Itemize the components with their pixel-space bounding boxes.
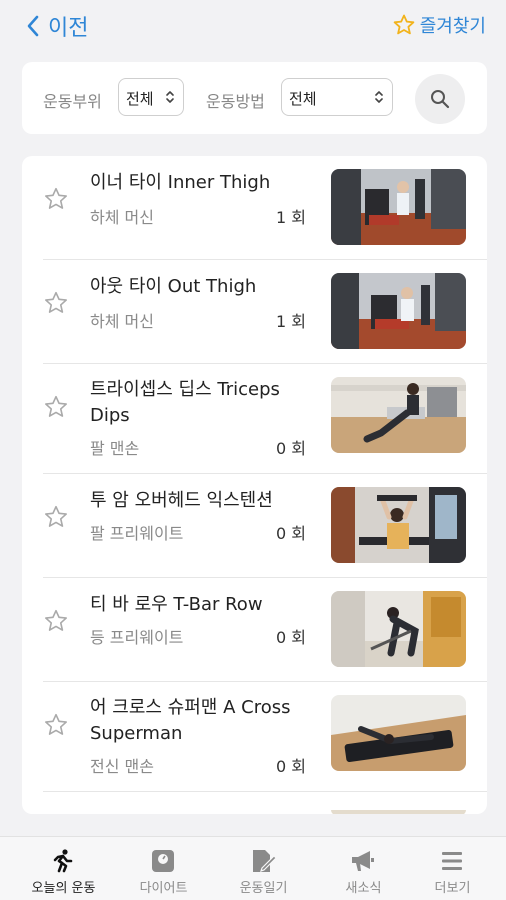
thumbnail-out-thigh[interactable]	[331, 273, 466, 349]
nav-diary[interactable]: 운동일기	[213, 837, 314, 900]
bottom-nav: 오늘의 운동 다이어트 운동일기 새소식 더보기	[0, 836, 506, 900]
exercise-count: 1 회	[276, 312, 306, 331]
list-item-partial	[43, 792, 487, 814]
nav-diet[interactable]: 다이어트	[113, 837, 214, 900]
body-part-label: 운동부위	[43, 92, 102, 111]
exercise-category: 하체 머신	[90, 312, 154, 331]
back-label: 이전	[48, 16, 89, 41]
exercise-category: 하체 머신	[90, 208, 154, 227]
thumbnail-partial	[331, 805, 466, 814]
exercise-count: 1 회	[276, 208, 306, 227]
thumbnail-triceps-dips[interactable]	[331, 377, 466, 453]
list-item[interactable]: 티 바 로우 T-Bar Row 등 프리웨이트 0 회	[43, 578, 487, 682]
exercise-count: 0 회	[276, 524, 306, 543]
list-item[interactable]: 어 크로스 슈퍼맨 A Cross Superman 전신 맨손 0 회	[43, 682, 487, 792]
chevron-left-icon	[27, 15, 39, 37]
exercise-title: 트라이셉스 딥스 Triceps Dips	[90, 379, 280, 426]
nav-today-workout[interactable]: 오늘의 운동	[13, 837, 114, 900]
exercise-title: 어 크로스 슈퍼맨 A Cross Superman	[90, 697, 291, 744]
nav-label: 더보기	[434, 881, 471, 896]
thumbnail-overhead-extension[interactable]	[331, 487, 466, 563]
megaphone-icon	[352, 851, 374, 871]
method-select[interactable]: 전체	[281, 78, 393, 116]
star-outline-icon[interactable]	[43, 608, 69, 634]
nav-label: 운동일기	[239, 881, 288, 896]
exercise-category: 팔 프리웨이트	[90, 524, 184, 543]
running-person-icon	[53, 849, 73, 873]
list-item[interactable]: 아웃 타이 Out Thigh 하체 머신 1 회	[43, 260, 487, 364]
star-outline-icon[interactable]	[43, 394, 69, 420]
exercise-count: 0 회	[276, 439, 306, 458]
list-item[interactable]: 투 암 오버헤드 익스텐션 팔 프리웨이트 0 회	[43, 474, 487, 578]
list-item[interactable]: 트라이셉스 딥스 Triceps Dips 팔 맨손 0 회	[43, 364, 487, 474]
body-part-select[interactable]: 전체	[118, 78, 184, 116]
scale-icon	[152, 850, 174, 872]
exercise-count: 0 회	[276, 628, 306, 647]
body-part-value: 전체	[126, 90, 154, 108]
star-outline-icon[interactable]	[43, 504, 69, 530]
exercise-count: 0 회	[276, 757, 306, 776]
diary-pencil-icon	[253, 850, 276, 872]
exercise-category: 전신 맨손	[90, 757, 154, 776]
favorites-label: 즐겨찾기	[419, 16, 486, 37]
star-outline-icon[interactable]	[43, 186, 69, 212]
thumbnail-cross-superman[interactable]	[331, 695, 466, 771]
exercise-title: 아웃 타이 Out Thigh	[90, 276, 257, 297]
nav-label: 새소식	[345, 881, 382, 896]
exercise-title: 이너 타이 Inner Thigh	[90, 172, 271, 193]
exercise-category: 등 프리웨이트	[90, 628, 184, 647]
updown-chevron-icon	[375, 91, 383, 103]
search-button[interactable]	[415, 74, 465, 124]
method-value: 전체	[289, 90, 317, 108]
star-icon	[393, 14, 415, 35]
menu-icon	[442, 852, 462, 870]
thumbnail-inner-thigh[interactable]	[331, 169, 466, 245]
nav-label: 오늘의 운동	[31, 881, 96, 896]
favorites-button[interactable]: 즐겨찾기	[392, 12, 486, 38]
updown-chevron-icon	[166, 91, 174, 103]
exercise-category: 팔 맨손	[90, 439, 140, 458]
list-item[interactable]: 이너 타이 Inner Thigh 하체 머신 1 회	[43, 156, 487, 260]
exercise-title: 투 암 오버헤드 익스텐션	[90, 490, 273, 511]
search-icon	[431, 90, 450, 109]
nav-news[interactable]: 새소식	[313, 837, 414, 900]
nav-more[interactable]: 더보기	[402, 837, 503, 900]
exercise-title: 티 바 로우 T-Bar Row	[90, 594, 263, 615]
method-label: 운동방법	[206, 92, 265, 111]
exercise-list: 이너 타이 Inner Thigh 하체 머신 1 회 아웃 타이 Out Th…	[22, 156, 487, 814]
thumbnail-t-bar-row[interactable]	[331, 591, 466, 667]
filter-card: 운동부위 전체 운동방법 전체	[22, 62, 487, 134]
star-outline-icon[interactable]	[43, 712, 69, 738]
star-outline-icon[interactable]	[43, 290, 69, 316]
nav-label: 다이어트	[139, 881, 188, 896]
top-bar: 이전 즐겨찾기	[0, 0, 506, 50]
back-button[interactable]: 이전	[26, 10, 88, 42]
